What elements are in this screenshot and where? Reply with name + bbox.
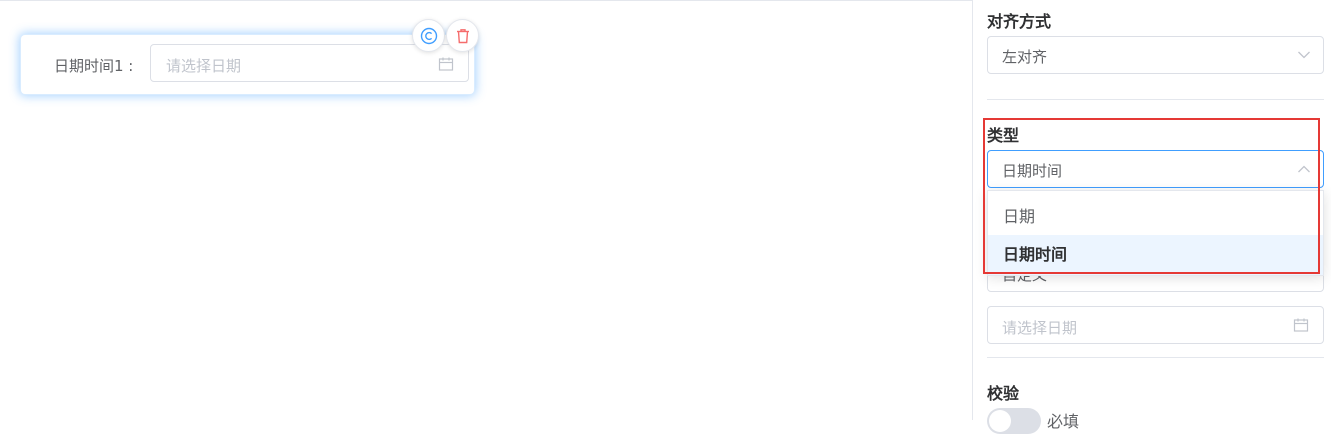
form-canvas: 日期时间1 : 请选择日期 bbox=[0, 0, 972, 420]
trash-icon bbox=[457, 29, 469, 44]
required-label: 必填 bbox=[1047, 412, 1080, 431]
default-date-input[interactable]: 请选择日期 bbox=[987, 306, 1324, 344]
default-date-placeholder: 请选择日期 bbox=[1002, 319, 1078, 337]
field-label: 日期时间1 : bbox=[54, 57, 134, 75]
required-switch[interactable] bbox=[987, 408, 1041, 434]
section-divider bbox=[987, 357, 1324, 358]
align-select[interactable]: 左对齐 bbox=[987, 36, 1324, 74]
section-divider bbox=[987, 99, 1324, 100]
selected-form-field[interactable]: 日期时间1 : 请选择日期 bbox=[21, 35, 474, 94]
highlight-box bbox=[983, 118, 1320, 274]
calendar-icon bbox=[438, 56, 454, 72]
chevron-down-icon bbox=[1298, 51, 1310, 59]
switch-knob bbox=[989, 410, 1011, 432]
validation-title: 校验 bbox=[987, 384, 1020, 403]
delete-field-button[interactable] bbox=[446, 19, 479, 52]
calendar-icon bbox=[1293, 317, 1309, 333]
copy-field-button[interactable] bbox=[412, 19, 445, 52]
copyright-circle-icon bbox=[420, 27, 438, 45]
align-title: 对齐方式 bbox=[987, 12, 1052, 31]
date-input-placeholder: 请选择日期 bbox=[166, 57, 242, 75]
align-select-value: 左对齐 bbox=[1002, 48, 1048, 66]
